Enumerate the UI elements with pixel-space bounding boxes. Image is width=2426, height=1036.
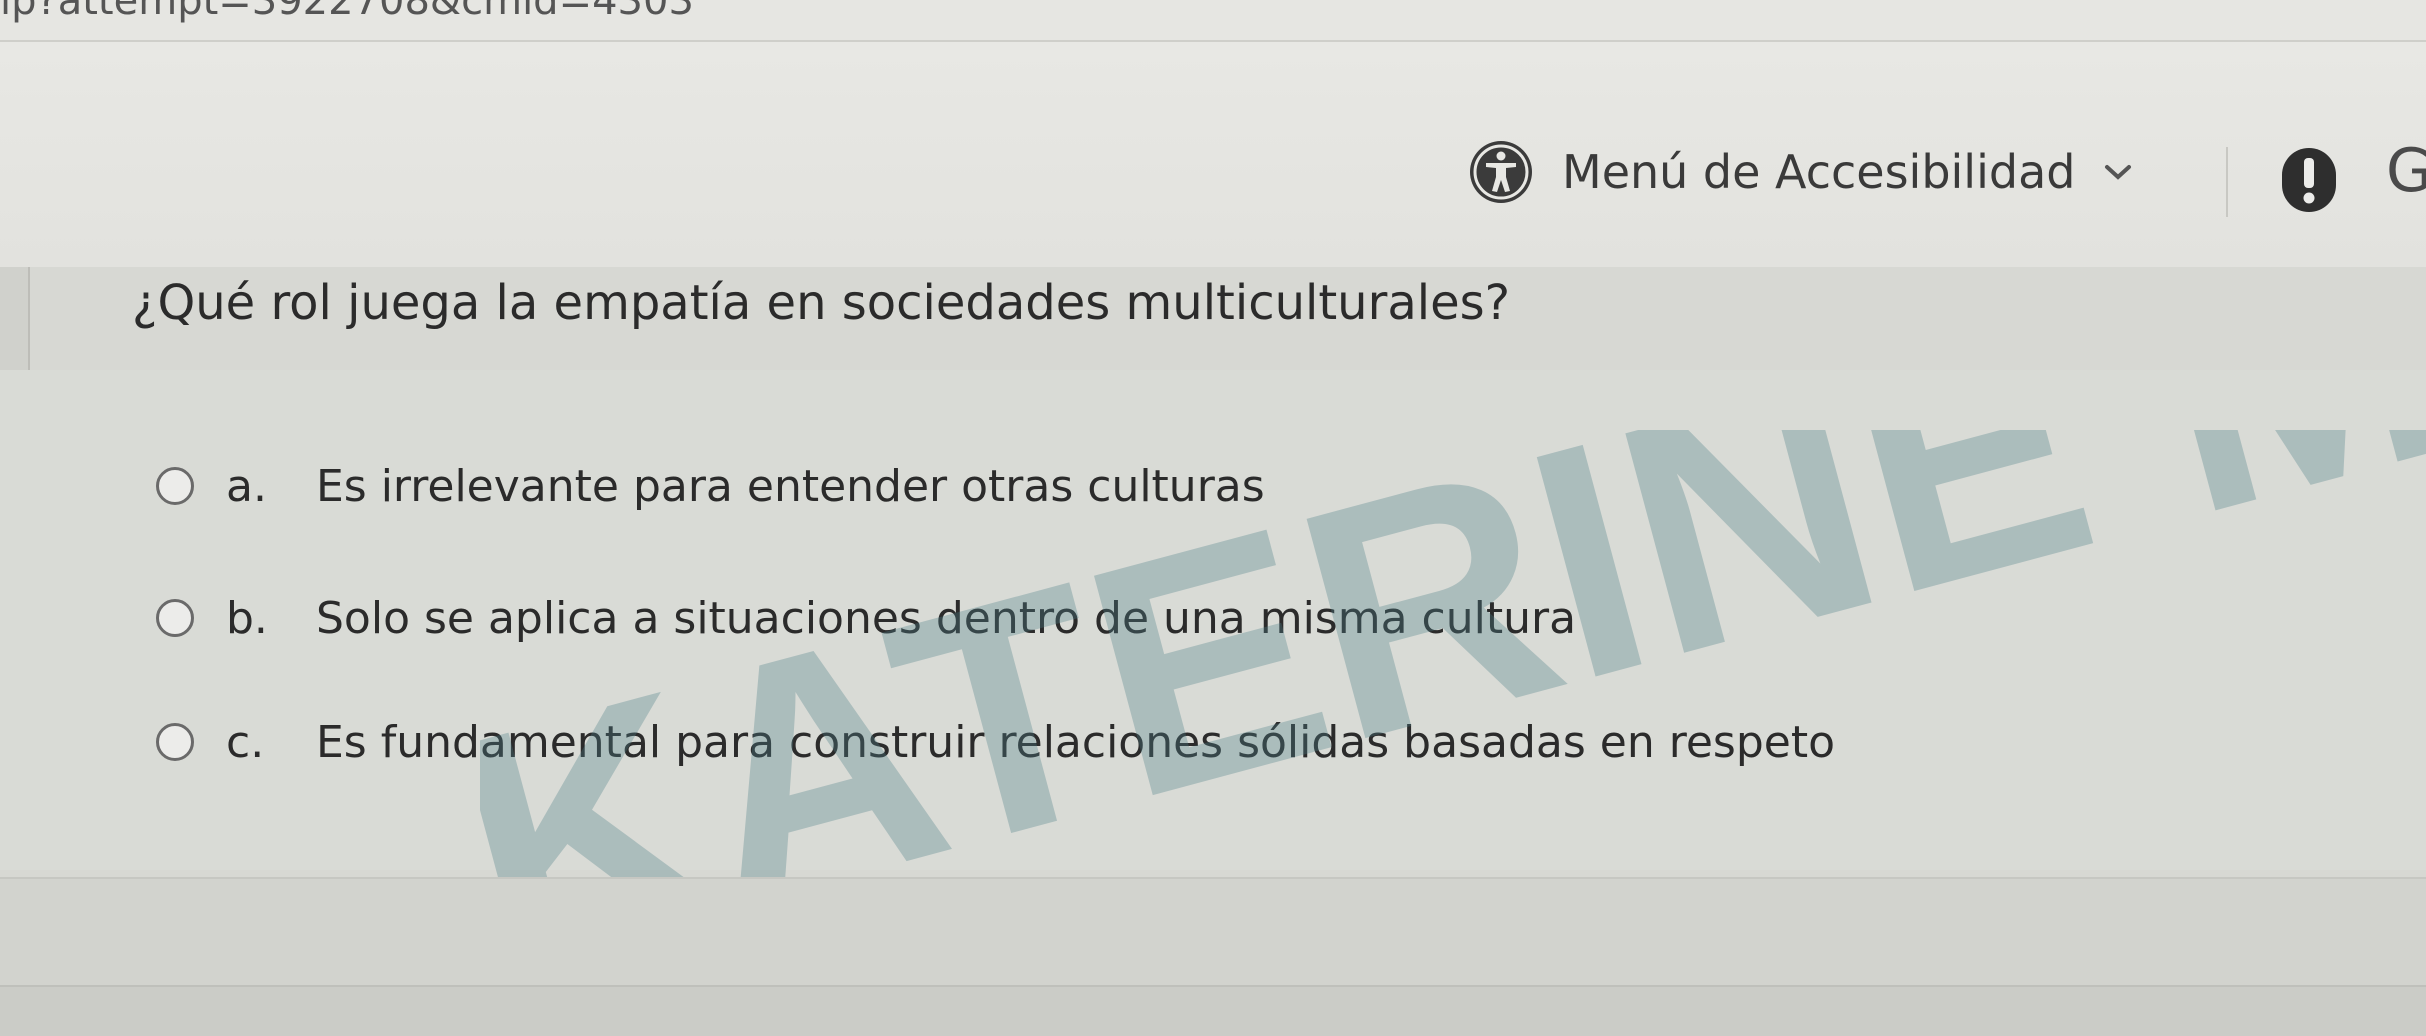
- header-divider: [2226, 147, 2228, 217]
- radio-button-c[interactable]: [156, 723, 194, 761]
- question-text: ¿Qué rol juega la empatía en sociedades …: [132, 275, 1511, 331]
- option-letter: b.: [226, 592, 268, 644]
- option-letter: c.: [226, 716, 265, 768]
- radio-button-a[interactable]: [156, 467, 194, 505]
- browser-url-remnant: ip?attempt=3922708&cmid=4303: [0, 0, 2426, 40]
- page-footer-strip: [0, 985, 2426, 1036]
- option-letter: a.: [226, 460, 267, 512]
- chevron-down-icon: [2105, 165, 2132, 180]
- exclamation-alert-icon[interactable]: [2276, 142, 2342, 218]
- answer-option-c[interactable]: c. Es fundamental para construir relacio…: [156, 712, 1835, 772]
- accessibility-person-icon: [1470, 141, 1532, 203]
- radio-button-b[interactable]: [156, 599, 194, 637]
- quiz-page: ip?attempt=3922708&cmid=4303 Menú de Acc…: [0, 0, 2426, 1036]
- option-text: Es irrelevante para entender otras cultu…: [316, 460, 1265, 512]
- accessibility-menu-button[interactable]: Menú de Accesibilidad: [1468, 132, 2133, 212]
- option-text: Es fundamental para construir relaciones…: [316, 716, 1835, 768]
- answer-option-a[interactable]: a. Es irrelevante para entender otras cu…: [156, 456, 1265, 516]
- url-text: ip?attempt=3922708&cmid=4303: [0, 0, 694, 24]
- page-header: Menú de Accesibilidad G: [0, 40, 2426, 269]
- answer-option-b[interactable]: b. Solo se aplica a situaciones dentro d…: [156, 588, 1576, 648]
- accessibility-menu-label: Menú de Accesibilidad: [1562, 145, 2076, 199]
- user-menu-initial[interactable]: G: [2386, 136, 2426, 206]
- option-text: Solo se aplica a situaciones dentro de u…: [316, 592, 1577, 644]
